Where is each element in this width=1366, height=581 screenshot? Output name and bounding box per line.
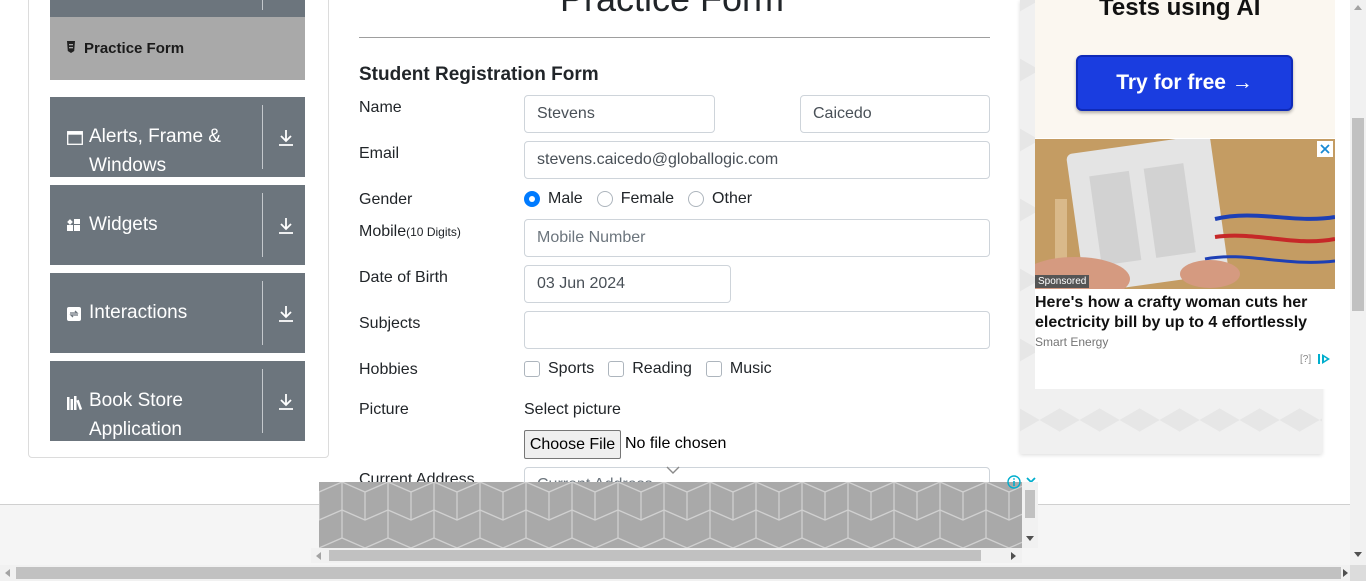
chevron-down-icon[interactable] (666, 461, 680, 474)
email-input[interactable] (524, 141, 990, 179)
ad-try-free-button[interactable]: Try for free → (1076, 55, 1293, 111)
no-file-text: No file chosen (625, 435, 727, 452)
name-label: Name (359, 99, 402, 116)
download-arrow-icon[interactable] (276, 304, 296, 324)
scroll-right-arrow-icon[interactable] (1343, 569, 1348, 577)
radio-label[interactable]: Other (712, 190, 752, 208)
radio-label[interactable]: Male (548, 190, 583, 208)
sidebar-item-practice-form[interactable]: Practice Form (50, 17, 305, 80)
date-of-birth-input[interactable] (524, 265, 731, 303)
gender-option-male[interactable]: Male (524, 190, 583, 208)
sidebar-group-label: Interactions (89, 302, 188, 323)
scroll-down-arrow-icon[interactable] (1026, 536, 1034, 542)
mobile-label: Mobile(10 Digits) (359, 223, 461, 241)
radio-label[interactable]: Female (621, 190, 674, 208)
ad-banner-bottom[interactable] (319, 482, 1022, 548)
ad-image[interactable]: Sponsored (1035, 139, 1335, 289)
subjects-label: Subjects (359, 315, 421, 332)
sidebar-group-book-store-application[interactable]: Book Store Application (50, 361, 305, 441)
sidebar-group-label: Alerts, Frame & Windows (89, 126, 221, 176)
sidebar-group-label: Widgets (89, 214, 158, 235)
scroll-left-arrow-icon[interactable] (316, 552, 321, 560)
divider (359, 37, 990, 38)
gender-option-other[interactable]: Other (688, 190, 752, 208)
radio-button[interactable] (688, 191, 705, 207)
first-name-input[interactable] (524, 95, 715, 133)
sidebar-group-label: Book Store Application (89, 390, 183, 440)
gender-label: Gender (359, 191, 413, 208)
subjects-input[interactable] (524, 311, 990, 349)
select-picture-label: Select picture (524, 401, 621, 418)
ad-scrollbar-horizontal[interactable] (311, 548, 1022, 563)
sidebar-group-forms[interactable] (50, 0, 305, 17)
hobbies-label: Hobbies (359, 361, 418, 378)
choose-file-button[interactable]: Choose File (524, 430, 621, 459)
checkbox-label[interactable]: Music (730, 360, 772, 378)
checkbox[interactable] (608, 361, 625, 377)
email-label: Email (359, 145, 400, 162)
form-icon (66, 41, 76, 56)
divider (262, 0, 263, 10)
adchoices-icon[interactable] (1317, 352, 1331, 366)
interactions-icon (67, 307, 83, 321)
radio-button[interactable] (524, 191, 540, 207)
scroll-thumb[interactable] (1025, 490, 1035, 518)
scroll-thumb[interactable] (1352, 118, 1364, 311)
scroll-left-arrow-icon[interactable] (5, 569, 10, 577)
download-arrow-icon[interactable] (276, 392, 296, 412)
radio-button[interactable] (596, 191, 613, 207)
dob-label: Date of Birth (359, 269, 448, 286)
info-icon[interactable] (1007, 475, 1021, 489)
ad-source[interactable]: Smart Energy (1035, 335, 1108, 349)
sidebar-item-label: Practice Form (84, 40, 185, 57)
mobile-hint: (10 Digits) (406, 225, 461, 239)
picture-label: Picture (359, 401, 409, 418)
page-scrollbar-horizontal[interactable] (0, 565, 1350, 581)
scroll-thumb[interactable] (16, 567, 1341, 579)
sidebar-group-widgets[interactable]: Widgets (50, 185, 305, 265)
books-icon (67, 396, 83, 411)
gender-option-female[interactable]: Female (596, 190, 674, 208)
scroll-right-arrow-icon[interactable] (1011, 552, 1016, 560)
divider (262, 369, 263, 433)
hobby-option-music[interactable]: Music (705, 360, 772, 378)
window-icon (67, 131, 83, 145)
hobbies-checkbox-group: Sports Reading Music (524, 360, 786, 378)
download-arrow-icon[interactable] (276, 216, 296, 236)
checkbox-label[interactable]: Sports (548, 360, 594, 378)
scroll-up-arrow-icon[interactable] (1354, 5, 1362, 10)
ad-title: Tests using AI (1099, 0, 1261, 21)
form-heading: Student Registration Form (359, 64, 599, 85)
ad-help-link[interactable]: [?] (1300, 354, 1311, 365)
download-arrow-icon[interactable] (276, 128, 296, 148)
ad-native[interactable]: Sponsored Here's how a crafty woman cuts… (1035, 138, 1335, 389)
checkbox[interactable] (705, 361, 722, 377)
scroll-thumb[interactable] (329, 550, 981, 561)
divider (262, 105, 263, 169)
mobile-label-text: Mobile (359, 223, 407, 240)
hobby-option-reading[interactable]: Reading (608, 360, 692, 378)
sponsored-badge: Sponsored (1035, 275, 1090, 288)
hobby-option-sports[interactable]: Sports (524, 360, 594, 378)
divider (262, 281, 263, 345)
scroll-down-arrow-icon[interactable] (1354, 552, 1362, 557)
page-scrollbar-vertical[interactable] (1350, 0, 1366, 565)
checkbox-label[interactable]: Reading (632, 360, 692, 378)
last-name-input[interactable] (800, 95, 990, 133)
divider (262, 193, 263, 257)
ad-headline[interactable]: Here's how a crafty woman cuts her elect… (1035, 293, 1331, 333)
checkbox[interactable] (524, 361, 540, 377)
gender-radio-group: Male Female Other (524, 190, 766, 208)
widgets-icon (67, 219, 83, 233)
ad-scrollbar-vertical[interactable] (1022, 482, 1038, 548)
close-icon[interactable] (1317, 141, 1333, 157)
mobile-input[interactable] (524, 219, 990, 257)
scroll-corner (1350, 565, 1366, 581)
sidebar-group-interactions[interactable]: Interactions (50, 273, 305, 353)
page-title: Practice Form (560, 0, 784, 20)
sidebar-group-alerts-frame-windows[interactable]: Alerts, Frame & Windows (50, 97, 305, 177)
